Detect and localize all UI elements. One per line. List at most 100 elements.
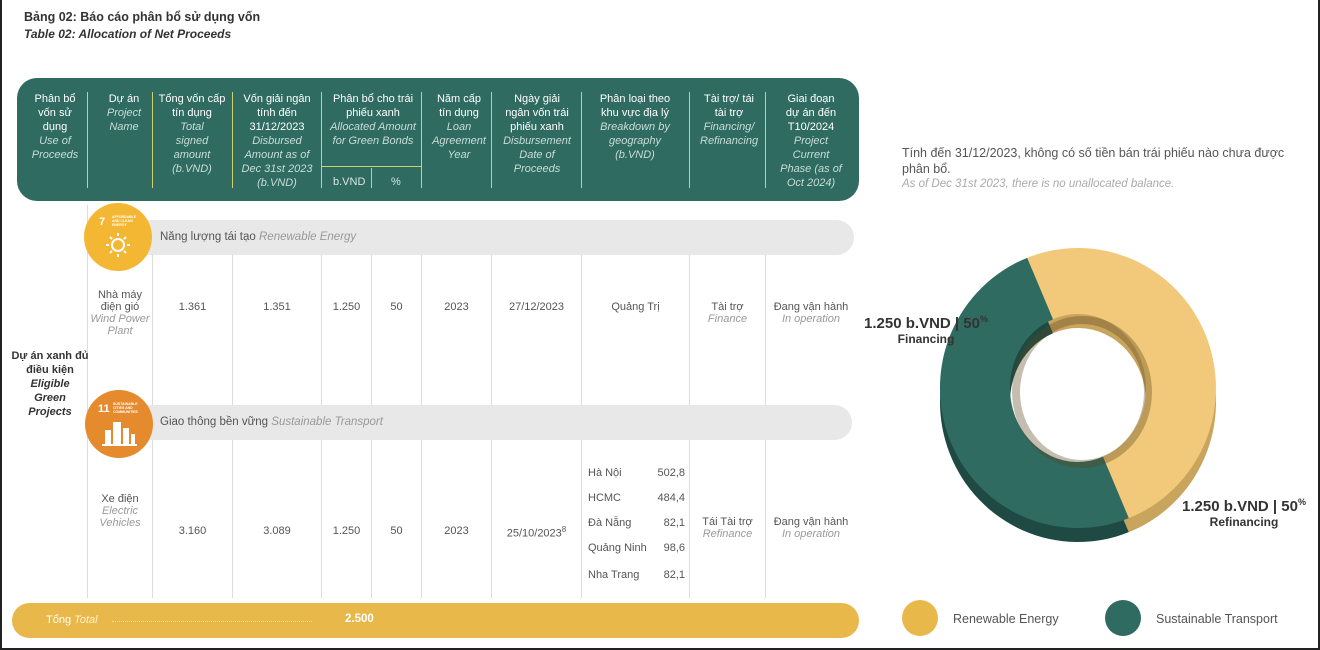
geo-value: 82,1 xyxy=(663,569,685,581)
phase-cell: Đang vận hành In operation xyxy=(766,301,856,325)
geo-value: 82,1 xyxy=(663,517,685,529)
category-label-en: Eligible Green Projects xyxy=(28,378,72,418)
sdg7-sun-icon: 7 AFFORDABLE AND CLEAN ENERGY xyxy=(84,203,152,271)
project-en: Wind Power Plant xyxy=(90,313,150,337)
geo-name: Nha Trang xyxy=(588,569,640,581)
header-geography-vi: Phân loại theo khu vực địa lý xyxy=(599,93,671,119)
phase-cell: Đang vận hành In operation xyxy=(766,516,856,540)
financing-vi: Tài trợ xyxy=(711,301,744,313)
disbursed-cell: 1.351 xyxy=(263,301,291,313)
phase-vi: Đang vận hành xyxy=(773,301,849,313)
total-bar: Tổng Total 2.500 xyxy=(12,603,859,638)
date-footnote: 8 xyxy=(561,525,567,534)
table-title: Bảng 02: Báo cáo phân bổ sử dụng vốn xyxy=(24,10,261,24)
header-use-en: Use of Proceeds xyxy=(31,135,79,161)
geo-name: HCMC xyxy=(588,492,621,504)
band-label-vi: Giao thông bền vững xyxy=(160,416,269,428)
header-loan-year: Năm cấp tín dụng Loan Agreement Year xyxy=(427,92,491,162)
header-disbursed: Vốn giải ngân tính đến 31/12/2023 Disbur… xyxy=(236,92,318,190)
financing-cell: Tái Tài trợ Refinance xyxy=(690,516,765,540)
header-allocated: Phân bổ cho trái phiếu xanh Allocated Am… xyxy=(325,92,421,148)
date-cell: 27/12/2023 xyxy=(508,301,565,313)
header-allocated-vi: Phân bổ cho trái phiếu xanh xyxy=(332,93,414,119)
phase-vi: Đang vận hành xyxy=(773,516,849,528)
category-label-vi: Dự án xanh đủ điều kiện xyxy=(11,350,89,376)
phase-en: In operation xyxy=(781,313,841,325)
date-value: 25/10/2023 xyxy=(506,527,562,540)
header-divider xyxy=(689,92,690,188)
header-financing-en: Financing/ Refinancing xyxy=(700,121,759,147)
header-divider xyxy=(581,92,582,188)
header-financing-vi: Tài trợ/ tái tài trợ xyxy=(704,93,754,119)
header-sub-bvnd: b.VND xyxy=(333,176,366,188)
header-disbursed-vi: Vốn giải ngân tính đến 31/12/2023 xyxy=(243,93,311,133)
city-icon xyxy=(102,422,137,446)
financing-en: Finance xyxy=(707,313,748,325)
total-label-en: Total xyxy=(74,614,98,626)
label-text: Refinancing xyxy=(1209,515,1279,529)
geo-name: Quảng Ninh xyxy=(588,542,647,554)
project-en: Electric Vehicles xyxy=(99,505,141,529)
table-header: Phân bổ vốn sử dụng Use of Proceeds Dự á… xyxy=(17,78,859,201)
geo-name: Đà Nẵng xyxy=(588,517,632,529)
project-vi: Nhà máy điện gió xyxy=(97,289,143,313)
label-unit: % xyxy=(979,314,988,324)
header-divider xyxy=(321,92,322,188)
date-cell: 25/10/20238 xyxy=(492,525,581,540)
donut-hole-shading xyxy=(1012,316,1152,468)
allocation-note-en: As of Dec 31st 2023, there is no unalloc… xyxy=(902,178,1175,190)
allocation-note: Tính đến 31/12/2023, không có số tiền bá… xyxy=(902,146,1285,176)
header-financing: Tài trợ/ tái tài trợ Financing/ Refinanc… xyxy=(695,92,763,148)
project-ev: Xe điện Electric Vehicles xyxy=(88,493,152,529)
legend-swatch-renewable xyxy=(902,600,938,636)
legend-label-transport: Sustainable Transport xyxy=(1156,612,1278,626)
financing-vi: Tái Tài trợ xyxy=(702,516,753,528)
header-divider xyxy=(371,168,372,188)
legend-label-renewable: Renewable Energy xyxy=(953,612,1059,626)
geo-value: 502,8 xyxy=(657,467,685,479)
geo-value: 98,6 xyxy=(663,542,685,554)
total-label: Tổng Total xyxy=(46,614,98,626)
header-total-signed-en: Total signed amount (b.VND) xyxy=(172,121,212,175)
header-divider xyxy=(232,92,233,188)
band-label-en: Sustainable Transport xyxy=(271,416,383,428)
header-project-vi: Dự án xyxy=(108,93,140,105)
label-amount: 1.250 b.VND | 50 xyxy=(864,315,980,332)
alloc-bvnd-cell: 1.250 xyxy=(332,525,361,537)
total-label-vi: Tổng xyxy=(46,614,72,626)
geo-name: Hà Nội xyxy=(588,467,622,479)
financing-en: Refinance xyxy=(702,528,753,540)
alloc-pct-cell: 50 xyxy=(390,301,403,313)
header-divider xyxy=(765,92,766,188)
band-label-vi: Năng lượng tái tạo xyxy=(160,231,256,243)
header-sub-percent: % xyxy=(391,176,401,188)
header-total-signed: Tổng vốn cấp tín dụng Total signed amoun… xyxy=(155,92,229,176)
header-loan-year-vi: Năm cấp tín dụng xyxy=(436,93,482,119)
header-project: Dự án Project Name xyxy=(97,92,151,134)
category-label: Dự án xanh đủ điều kiện Eligible Green P… xyxy=(10,349,90,419)
total-signed-cell: 3.160 xyxy=(178,525,207,537)
label-text: Financing xyxy=(897,332,955,346)
header-use: Phân bổ vốn sử dụng Use of Proceeds xyxy=(29,92,81,162)
table-title-en: Table 02: Allocation of Net Proceeds xyxy=(24,27,232,41)
total-leader-line xyxy=(112,621,312,622)
header-geography-en: Breakdown by geography (b.VND) xyxy=(600,121,670,161)
total-signed-cell: 1.361 xyxy=(178,301,207,313)
legend-swatch-transport xyxy=(1105,600,1141,636)
sun-icon xyxy=(106,233,130,257)
disbursed-cell: 3.089 xyxy=(263,525,291,537)
alloc-bvnd-cell: 1.250 xyxy=(332,301,361,313)
band-label-en: Renewable Energy xyxy=(259,231,357,243)
header-divider xyxy=(491,92,492,188)
header-geography: Phân loại theo khu vực địa lý Breakdown … xyxy=(587,92,683,162)
label-unit: % xyxy=(1297,497,1306,507)
header-disb-date-en: Disbursement Date of Proceeds xyxy=(503,135,571,175)
header-phase-vi: Giai đoạn dự án đến T10/2024 xyxy=(785,93,837,133)
header-divider xyxy=(421,92,422,188)
year-cell: 2023 xyxy=(444,301,469,313)
donut-label-refinancing: 1.250 b.VND | 50% Refinancing xyxy=(1174,497,1314,529)
sdg11-city-icon: 11 SUSTAINABLE CITIES AND COMMUNITIES xyxy=(85,390,153,458)
header-divider xyxy=(87,92,88,188)
header-use-vi: Phân bổ vốn sử dụng xyxy=(34,93,76,133)
phase-en: In operation xyxy=(781,528,841,540)
